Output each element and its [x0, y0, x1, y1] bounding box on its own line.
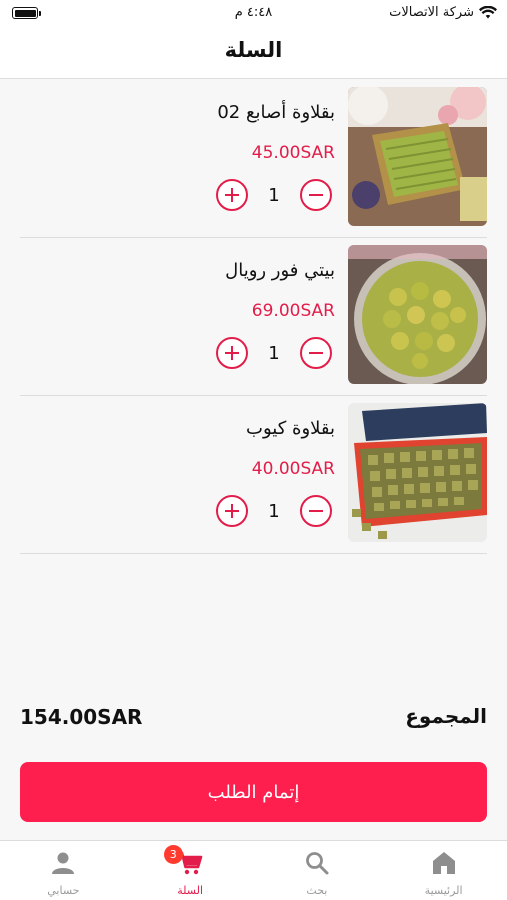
status-carrier: شركة الاتصالات: [389, 5, 497, 20]
checkout-button[interactable]: إتمام الطلب: [20, 762, 487, 822]
quantity-stepper: 1: [216, 178, 332, 212]
tab-label: السلة: [177, 884, 203, 897]
person-icon: [52, 852, 75, 874]
wifi-icon: [479, 6, 497, 19]
item-name: بقلاوة أصابع 02: [217, 102, 335, 123]
tab-label: حسابي: [47, 884, 80, 897]
quantity-value: 1: [268, 342, 280, 364]
carrier-name: شركة الاتصالات: [389, 5, 474, 20]
tab-label: بحث: [306, 884, 328, 897]
increase-quantity-button[interactable]: [216, 495, 248, 527]
cart-total: المجموع 154.00SAR: [20, 700, 487, 740]
increase-quantity-button[interactable]: [216, 179, 248, 211]
decrease-quantity-button[interactable]: [300, 337, 332, 369]
item-name: بقلاوة كيوب: [246, 418, 335, 439]
cart-item: بقلاوة أصابع 02 45.00SAR 1: [20, 80, 487, 238]
search-icon: [305, 852, 329, 875]
header: السلة: [0, 28, 507, 79]
total-label: المجموع: [405, 704, 487, 728]
tab-label: الرئيسية: [424, 884, 463, 897]
product-image-petit-four[interactable]: [348, 245, 487, 384]
quantity-stepper: 1: [216, 494, 332, 528]
tab-bar: حسابي 3 السلة بحث الرئيسية: [0, 840, 507, 900]
page-title: السلة: [224, 38, 283, 62]
tab-cart[interactable]: 3 السلة: [127, 841, 254, 900]
tab-home[interactable]: الرئيسية: [380, 841, 507, 900]
item-price: 69.00SAR: [251, 301, 335, 321]
item-name: بيتي فور رويال: [225, 260, 335, 281]
home-icon: [432, 852, 455, 874]
item-price: 45.00SAR: [251, 143, 335, 163]
tab-account[interactable]: حسابي: [0, 841, 127, 900]
quantity-value: 1: [268, 500, 280, 522]
quantity-stepper: 1: [216, 336, 332, 370]
status-bar: ٤:٤٨ م شركة الاتصالات: [0, 0, 507, 28]
tab-search[interactable]: بحث: [254, 841, 381, 900]
cart-list: بقلاوة أصابع 02 45.00SAR 1 بيتي فور رويا…: [20, 80, 487, 554]
cart-item: بقلاوة كيوب 40.00SAR 1: [20, 396, 487, 554]
product-image-baklava-cube[interactable]: [348, 403, 487, 542]
decrease-quantity-button[interactable]: [300, 179, 332, 211]
item-price: 40.00SAR: [251, 459, 335, 479]
total-value: 154.00SAR: [20, 705, 143, 729]
decrease-quantity-button[interactable]: [300, 495, 332, 527]
quantity-value: 1: [268, 184, 280, 206]
product-image-baklava-fingers[interactable]: [348, 87, 487, 226]
cart-item: بيتي فور رويال 69.00SAR 1: [20, 238, 487, 396]
increase-quantity-button[interactable]: [216, 337, 248, 369]
cart-count-badge: 3: [163, 845, 183, 864]
